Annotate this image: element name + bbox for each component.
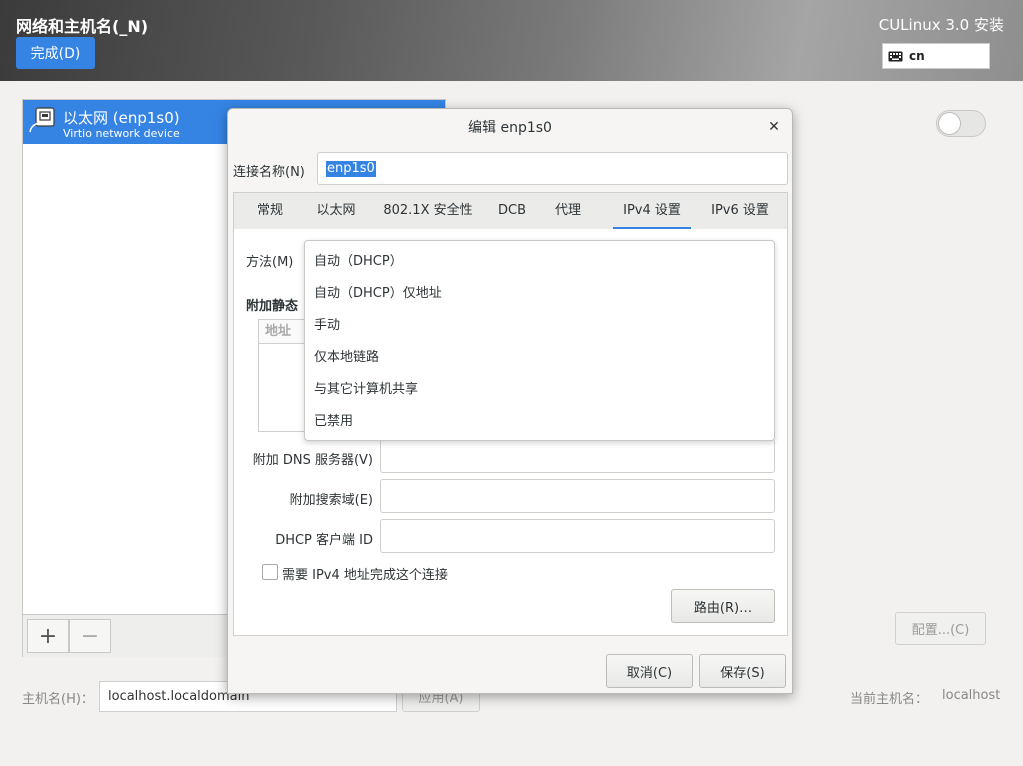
done-button[interactable]: 完成(D) (16, 37, 95, 69)
method-option-disabled[interactable]: 已禁用 (314, 412, 353, 432)
keyboard-icon (888, 51, 903, 61)
static-addresses-label: 附加静态 (246, 299, 299, 314)
connection-name-label: 连接名称(N) (233, 165, 305, 180)
tab-8021x-security[interactable]: 802.1X 安全性 (380, 193, 476, 230)
method-option-dhcp[interactable]: 自动（DHCP） (314, 252, 403, 272)
product-name: CULinux 3.0 安装 (878, 16, 1004, 34)
search-domains-input[interactable] (380, 479, 775, 513)
network-wired-icon (29, 107, 55, 133)
method-dropdown-menu: 自动（DHCP） 自动（DHCP）仅地址 手动 仅本地链路 与其它计算机共享 已… (304, 240, 775, 441)
device-toggle-switch[interactable] (936, 110, 986, 137)
method-option-manual[interactable]: 手动 (314, 316, 340, 336)
connection-name-input[interactable]: enp1s0 (317, 152, 788, 185)
dhcp-client-id-input[interactable] (380, 519, 775, 553)
require-ipv4-checkbox[interactable] (262, 564, 278, 580)
settings-tabs: 常规 以太网 802.1X 安全性 DCB 代理 IPv4 设置 IPv6 设置 (233, 192, 788, 230)
close-icon[interactable]: ✕ (766, 119, 782, 135)
method-option-shared[interactable]: 与其它计算机共享 (314, 380, 418, 400)
connection-name-value: enp1s0 (326, 161, 376, 177)
tab-proxy[interactable]: 代理 (552, 193, 584, 230)
tab-dcb[interactable]: DCB (494, 193, 530, 230)
require-ipv4-label: 需要 IPv4 地址完成这个连接 (282, 568, 448, 583)
search-domains-label: 附加搜索域(E) (289, 493, 373, 508)
add-device-button[interactable]: + (27, 619, 69, 653)
cancel-button[interactable]: 取消(C) (606, 654, 693, 688)
dhcp-client-id-label: DHCP 客户端 ID (275, 533, 373, 548)
dns-servers-label: 附加 DNS 服务器(V) (252, 453, 373, 468)
tab-ipv4-settings[interactable]: IPv4 设置 (613, 193, 691, 230)
configure-button[interactable]: 配置...(C) (895, 612, 986, 645)
header-bar: 网络和主机名(_N) 完成(D) CULinux 3.0 安装 cn (0, 0, 1023, 81)
current-hostname-value: localhost (942, 688, 1001, 703)
page-title: 网络和主机名(_N) (16, 17, 149, 36)
device-subtitle: Virtio network device (63, 127, 180, 140)
method-option-dhcp-address-only[interactable]: 自动（DHCP）仅地址 (314, 284, 442, 304)
routes-button[interactable]: 路由(R)… (671, 589, 775, 623)
toggle-knob (938, 112, 961, 135)
keyboard-layout-label: cn (909, 49, 925, 63)
edit-connection-dialog: 编辑 enp1s0 ✕ 连接名称(N) enp1s0 常规 以太网 802.1X… (227, 108, 793, 694)
tab-general[interactable]: 常规 (248, 193, 292, 230)
dns-servers-input[interactable] (380, 439, 775, 473)
hostname-label: 主机名(H)： (22, 692, 94, 707)
method-label: 方法(M) (246, 255, 294, 270)
keyboard-layout-indicator[interactable]: cn (882, 43, 990, 69)
current-hostname-label: 当前主机名： (850, 692, 929, 707)
tab-ethernet[interactable]: 以太网 (310, 193, 362, 230)
dialog-title: 编辑 enp1s0 (468, 120, 552, 136)
remove-device-button[interactable]: − (69, 619, 111, 653)
tab-ipv6-settings[interactable]: IPv6 设置 (704, 193, 776, 230)
method-option-link-local[interactable]: 仅本地链路 (314, 348, 379, 368)
device-name: 以太网 (enp1s0) (63, 109, 180, 127)
save-button[interactable]: 保存(S) (699, 654, 786, 688)
